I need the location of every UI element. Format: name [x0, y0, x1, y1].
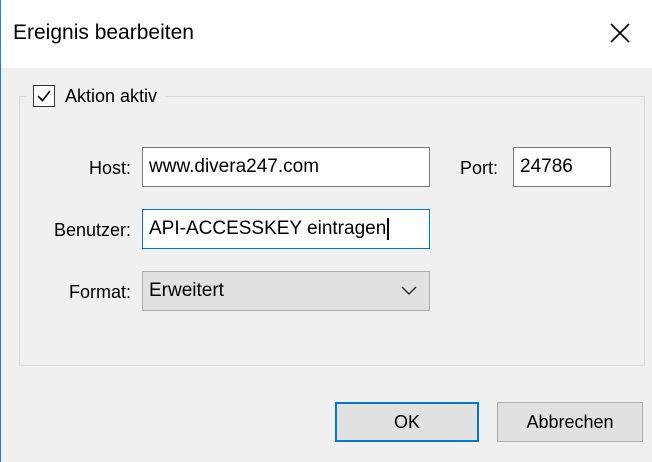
host-label: Host: — [88, 158, 131, 178]
user-input[interactable]: API-ACCESSKEY eintragen — [142, 209, 430, 249]
user-label: Benutzer: — [53, 220, 131, 240]
window-title: Ereignis bearbeiten — [13, 21, 194, 44]
close-icon — [610, 23, 630, 43]
dialog-window: Ereignis bearbeiten Aktion aktiv Host: w… — [0, 0, 652, 462]
format-label: Format: — [68, 282, 131, 302]
checkmark-icon — [37, 90, 51, 102]
action-active-checkbox-row[interactable]: Aktion aktiv — [27, 82, 166, 110]
chevron-down-icon — [401, 286, 417, 296]
cancel-button[interactable]: Abbrechen — [497, 402, 643, 442]
title-bar: Ereignis bearbeiten — [1, 0, 652, 68]
format-select[interactable]: Erweitert — [142, 271, 430, 311]
ok-button[interactable]: OK — [335, 402, 479, 442]
host-input[interactable]: www.divera247.com — [142, 147, 430, 187]
text-caret — [387, 218, 390, 240]
port-label: Port: — [459, 158, 498, 178]
action-active-label: Aktion aktiv — [65, 85, 158, 106]
port-input[interactable]: 24786 — [513, 147, 611, 187]
user-input-value: API-ACCESSKEY eintragen — [149, 218, 387, 239]
format-select-value: Erweitert — [149, 280, 224, 301]
close-button[interactable] — [587, 0, 652, 66]
action-active-checkbox[interactable] — [33, 85, 55, 107]
